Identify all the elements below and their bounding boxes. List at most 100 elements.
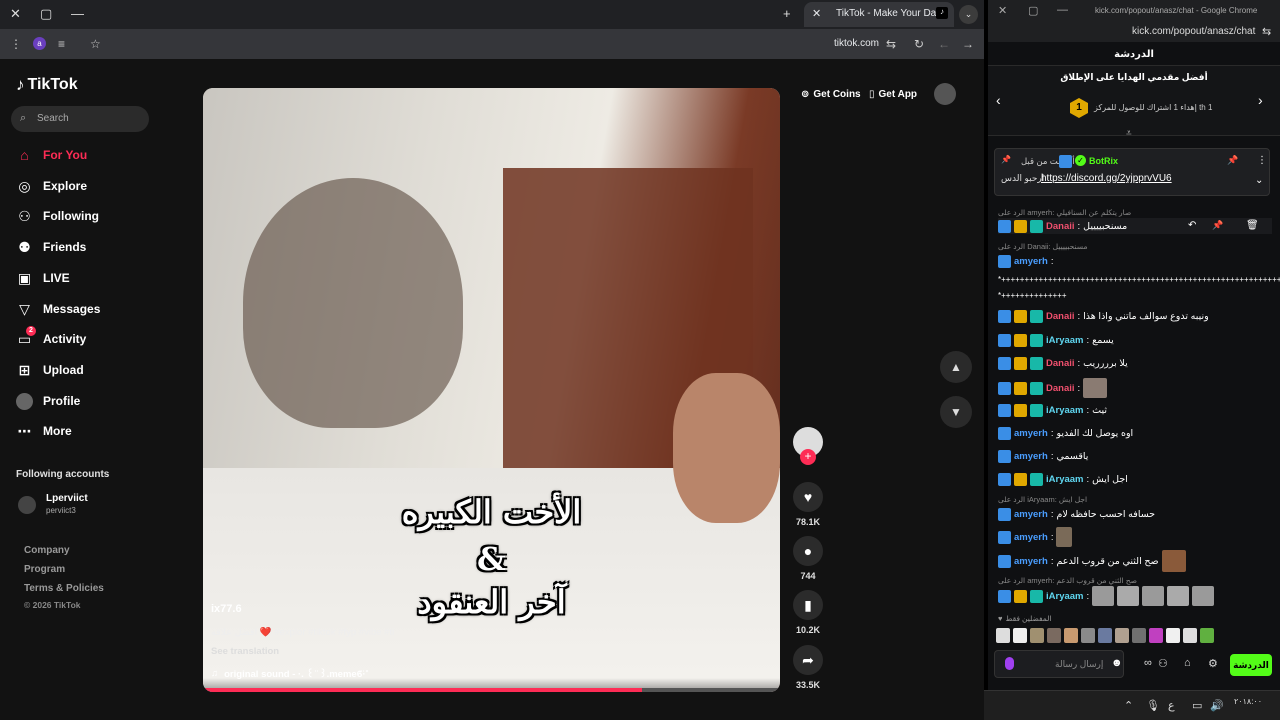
active-tab[interactable]: ✕ TikTok - Make Your Day ♪	[804, 2, 954, 27]
emote-item[interactable]	[1183, 628, 1197, 643]
chat-username[interactable]: amyerh	[1014, 509, 1048, 520]
nav-more[interactable]: ⋯ More	[16, 420, 72, 442]
chat-input[interactable]: إرسال رسالة ☻	[994, 650, 1124, 678]
send-button[interactable]: الدردشة	[1230, 654, 1272, 676]
emote-item[interactable]	[1115, 628, 1129, 643]
chat-message[interactable]: amyerh: ياقسمي	[998, 448, 1272, 464]
gift-icon[interactable]: ⌂	[1184, 657, 1191, 669]
unpin-icon[interactable]: 📌	[1227, 155, 1238, 166]
chat-username[interactable]: amyerh	[1014, 556, 1048, 567]
new-tab-icon[interactable]: +	[783, 6, 791, 21]
monitor-icon[interactable]: ▭	[1192, 699, 1202, 712]
emote-item[interactable]	[1013, 628, 1027, 643]
collapse-icon[interactable]: ⩡	[1126, 128, 1132, 139]
get-app-button[interactable]: ▯ Get App	[869, 84, 917, 104]
chat-message[interactable]: amyerh:	[998, 527, 1272, 547]
like-button[interactable]: ♥ 78.1K	[792, 482, 824, 527]
chat-message[interactable]: Danaii: يلا برررريب	[998, 355, 1272, 371]
comment-button[interactable]: ● 744	[792, 536, 824, 581]
menu-icon[interactable]: ⋮	[1257, 155, 1267, 166]
get-coins-button[interactable]: ⊚ Get Coins	[801, 84, 861, 104]
chat-message[interactable]: iAryaam: يسمع	[998, 332, 1272, 348]
tiktok-logo[interactable]: ♪ TikTok	[16, 75, 78, 95]
chat-username[interactable]: iAryaam	[1046, 474, 1084, 485]
emote-item[interactable]	[1047, 628, 1061, 643]
tab-search-icon[interactable]: ⌄	[959, 5, 978, 24]
footer-link-program[interactable]: Program	[24, 564, 65, 575]
users-icon[interactable]: ⚇	[1158, 657, 1168, 670]
search-input[interactable]: ⌕ Search	[11, 106, 149, 132]
chat-username[interactable]: amyerh	[1014, 532, 1048, 543]
video-author[interactable]: ix77.6	[211, 603, 242, 615]
follow-plus-icon[interactable]: +	[800, 449, 816, 465]
chat-username[interactable]: iAryaam	[1046, 405, 1084, 416]
share-button[interactable]: ➦ 33.5K	[792, 645, 824, 690]
site-settings-icon[interactable]: ⇆	[1262, 25, 1271, 38]
emote-item[interactable]	[1064, 628, 1078, 643]
maximize-icon[interactable]: ▢	[40, 6, 52, 22]
emote-item[interactable]	[1200, 628, 1214, 643]
settings-icon[interactable]: ⚙	[1208, 657, 1218, 670]
chat-message[interactable]: amyerh: صح الثني من قروب الدعم	[998, 550, 1272, 572]
emote-item[interactable]	[1132, 628, 1146, 643]
video-progress-track[interactable]	[203, 688, 780, 692]
chevron-left-icon[interactable]: ‹	[996, 92, 1001, 108]
save-button[interactable]: ▮ 10.2K	[792, 590, 824, 635]
expand-icon[interactable]: ⌄	[1255, 175, 1263, 186]
profile-badge[interactable]: a	[33, 37, 46, 50]
menu-icon[interactable]: ⋮	[10, 37, 22, 51]
see-translation-link[interactable]: See translation	[211, 646, 279, 657]
emote-item[interactable]	[1149, 628, 1163, 643]
previous-video-button[interactable]: ▲	[940, 351, 972, 383]
chat-username[interactable]: iAryaam	[1046, 335, 1084, 346]
chat-message[interactable]: iAryaam: اجل ايش	[998, 471, 1272, 487]
minimize-icon[interactable]: —	[1057, 4, 1068, 16]
footer-link-terms[interactable]: Terms & Policies	[24, 583, 104, 594]
emote-item[interactable]	[1081, 628, 1095, 643]
chat-url[interactable]: kick.com/popout/anasz/chat	[1132, 26, 1255, 37]
delete-icon[interactable]: 🗑	[1246, 220, 1259, 231]
chat-message[interactable]: Danaii: ونيبه تدوع سوالف ماتني واذا هذا	[998, 308, 1272, 324]
emote-item[interactable]	[1098, 628, 1112, 643]
footer-link-company[interactable]: Company	[24, 545, 70, 556]
emote-item[interactable]	[996, 628, 1010, 643]
reading-list-icon[interactable]: ≡	[58, 37, 65, 51]
minimize-icon[interactable]: —	[71, 6, 84, 21]
nav-live[interactable]: ▣ LIVE	[16, 267, 70, 289]
nav-following[interactable]: ⚇ Following	[16, 205, 99, 227]
chevron-up-icon[interactable]: ⌃	[1124, 699, 1133, 712]
nav-upload[interactable]: ⊞ Upload	[16, 359, 84, 381]
url-text[interactable]: tiktok.com	[834, 38, 879, 49]
video-player[interactable]: الأخت الكبيره & آخر العنقود ix77.6 افضل …	[203, 88, 780, 692]
reload-icon[interactable]: ↻	[914, 37, 924, 51]
microphone-icon[interactable]	[1005, 657, 1014, 670]
chat-username[interactable]: Danaii	[1046, 383, 1075, 394]
language-icon[interactable]: ع	[1168, 699, 1175, 712]
nav-for-you[interactable]: ⌂ For You	[16, 144, 87, 166]
chat-username[interactable]: Danaii	[1046, 358, 1075, 369]
emote-item[interactable]	[1166, 628, 1180, 643]
following-account-item[interactable]: Lperviict perviict3	[16, 493, 166, 519]
infinity-icon[interactable]: ∞	[1144, 657, 1152, 669]
chat-username[interactable]: amyerh	[1014, 451, 1048, 462]
close-window-icon[interactable]: ✕	[998, 4, 1007, 17]
nav-profile[interactable]: Profile	[16, 390, 80, 412]
bookmark-star-icon[interactable]: ☆	[90, 37, 101, 51]
chat-username[interactable]: Danaii	[1046, 311, 1075, 322]
emoji-icon[interactable]: ☻	[1111, 657, 1123, 669]
chat-message[interactable]: iAryaam: ثيث	[998, 402, 1272, 418]
tab-close-icon[interactable]: ✕	[812, 7, 821, 20]
emote-item[interactable]	[1030, 628, 1044, 643]
chevron-right-icon[interactable]: ›	[1258, 92, 1263, 108]
nav-messages[interactable]: ▽ Messages	[16, 298, 100, 320]
chat-username[interactable]: amyerh	[1014, 428, 1048, 439]
chat-message[interactable]: amyerh: اوه يوصل لك الفديو	[998, 425, 1272, 441]
reply-icon[interactable]: ↶	[1188, 220, 1196, 231]
next-video-button[interactable]: ▼	[940, 396, 972, 428]
close-window-icon[interactable]: ✕	[10, 6, 21, 22]
back-icon[interactable]: →	[962, 37, 974, 51]
discord-link[interactable]: https://discord.gg/2yjpprvVU6	[1041, 173, 1172, 184]
chat-username[interactable]: Danaii	[1046, 221, 1075, 232]
user-avatar[interactable]	[934, 83, 956, 105]
creator-avatar[interactable]: +	[792, 427, 824, 465]
